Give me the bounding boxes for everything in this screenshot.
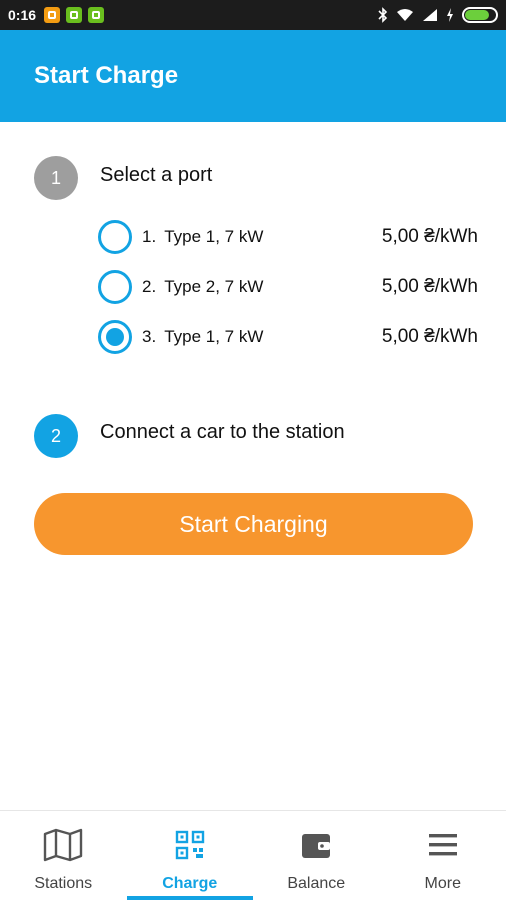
step-2-badge: 2	[34, 414, 78, 458]
nav-label-more: More	[424, 875, 461, 892]
port-1-price: 5,00 ₴/kWh	[381, 226, 478, 247]
nav-item-charge[interactable]: Charge	[126, 811, 253, 900]
port-option-2[interactable]: 2. Type 2, 7 kW 5,00 ₴/kWh	[98, 267, 478, 307]
bag-notification-icon	[66, 7, 83, 23]
bottom-nav: Stations Charge Balance More	[0, 810, 506, 900]
nav-label-balance: Balance	[287, 875, 346, 892]
port-3-number: 3.	[142, 327, 157, 346]
status-bar: 0:16	[0, 0, 506, 30]
qr-code-icon	[170, 825, 210, 865]
android-notification-icon	[88, 7, 105, 23]
nav-label-charge: Charge	[162, 875, 218, 892]
port-1-number: 1.	[142, 227, 157, 246]
menu-icon	[423, 825, 463, 865]
port-2-name: Type 2, 7 kW	[164, 277, 264, 296]
status-time: 0:16	[8, 7, 37, 23]
page-title: Start Charge	[34, 62, 179, 89]
step-1-label: Select a port	[100, 164, 213, 186]
battery-level	[465, 10, 489, 20]
app-notification-icon	[44, 7, 61, 23]
system-tray	[378, 7, 498, 23]
port-option-3[interactable]: 3. Type 1, 7 kW 5,00 ₴/kWh	[98, 317, 478, 357]
charging-icon	[447, 8, 453, 22]
active-tab-indicator	[126, 896, 253, 900]
port-2-price: 5,00 ₴/kWh	[381, 276, 478, 297]
port-2-number: 2.	[142, 277, 157, 296]
bluetooth-icon	[378, 7, 388, 23]
nav-item-stations[interactable]: Stations	[0, 811, 127, 900]
map-icon	[43, 825, 83, 865]
port-option-1[interactable]: 1. Type 1, 7 kW 5,00 ₴/kWh	[98, 217, 478, 257]
nav-item-more[interactable]: More	[380, 811, 506, 900]
port-3-radio[interactable]	[98, 320, 132, 354]
signal-icon	[423, 9, 437, 21]
battery-icon	[462, 7, 498, 23]
port-3-name: Type 1, 7 kW	[164, 327, 264, 346]
app-bar: Start Charge	[0, 30, 506, 122]
port-2-radio[interactable]	[98, 270, 132, 304]
nav-label-stations: Stations	[34, 875, 93, 892]
step-2-label: Connect a car to the station	[100, 421, 345, 443]
start-charging-button[interactable]: Start Charging	[34, 493, 473, 555]
wifi-icon	[397, 9, 413, 21]
nav-item-balance[interactable]: Balance	[253, 811, 380, 900]
step-1-badge: 1	[34, 156, 78, 200]
port-1-radio[interactable]	[98, 220, 132, 254]
wallet-icon	[296, 825, 336, 865]
port-1-name: Type 1, 7 kW	[164, 227, 264, 246]
port-3-price: 5,00 ₴/kWh	[381, 326, 478, 347]
